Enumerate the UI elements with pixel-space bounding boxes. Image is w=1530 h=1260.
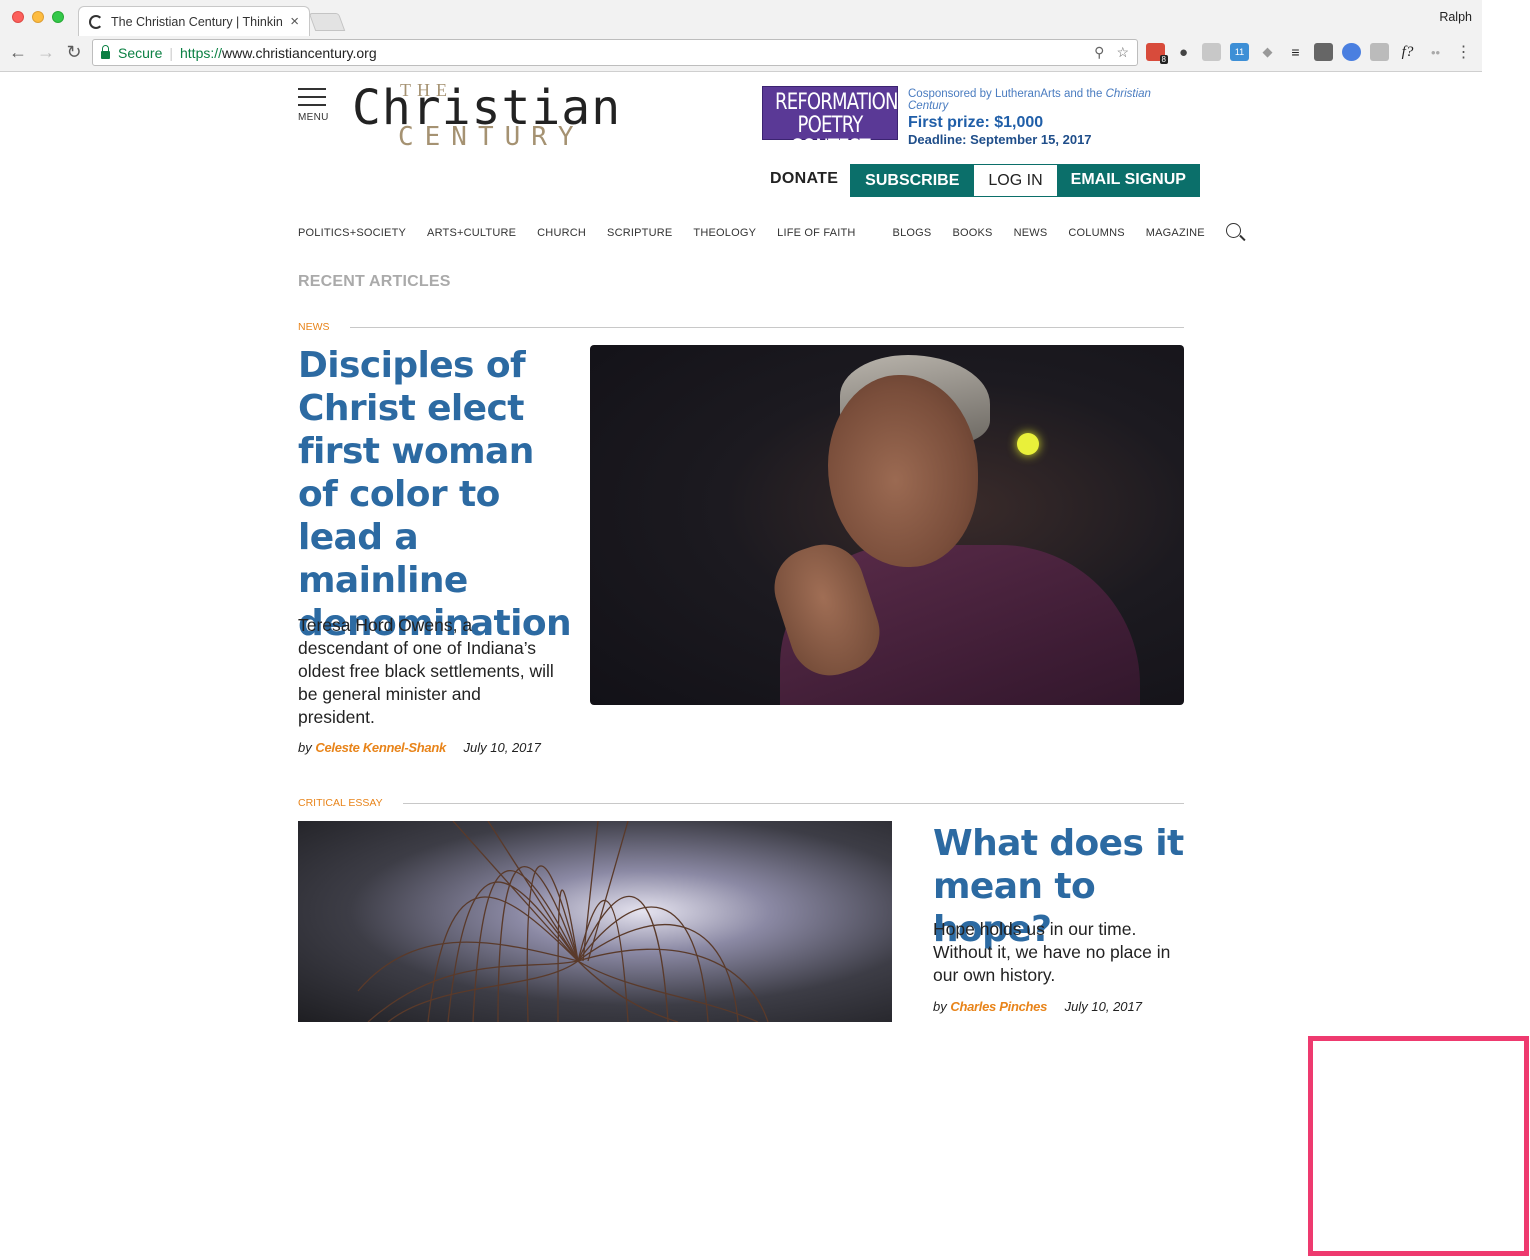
menu-button[interactable]: MENU <box>298 88 330 123</box>
close-window-button[interactable] <box>12 11 24 23</box>
section-heading: RECENT ARTICLES <box>298 273 451 290</box>
nav-politics-society[interactable]: POLITICS+SOCIETY <box>298 227 406 239</box>
todo-extension-icon[interactable]: 8 <box>1146 43 1168 64</box>
grammar-extension-icon[interactable] <box>1370 43 1389 61</box>
calendar-extension-icon[interactable]: 11 <box>1230 43 1249 61</box>
address-bar[interactable]: Secure | https:// www.christiancentury.o… <box>92 39 1138 66</box>
site-favicon-icon <box>89 14 103 29</box>
nav-church[interactable]: CHURCH <box>537 227 586 239</box>
photo-stage-light <box>1017 433 1039 455</box>
back-arrow-icon[interactable]: ← <box>8 42 28 63</box>
stack-extension-icon[interactable] <box>1202 43 1221 61</box>
menu-label: MENU <box>298 112 329 123</box>
ad-deadline: Deadline: September 15, 2017 <box>908 132 1092 147</box>
article-photo[interactable] <box>590 345 1184 705</box>
browser-menu-icon[interactable]: ⋮ <box>1454 43 1473 61</box>
article-headline[interactable]: Disciples of Christ elect first woman of… <box>298 344 572 645</box>
lock-icon <box>101 44 110 59</box>
article-byline: by Celeste Kennel-Shank July 10, 2017 <box>298 740 541 755</box>
secure-label: Secure <box>118 44 163 61</box>
article-dek: Teresa Hord Owens, a descendant of one o… <box>298 615 554 727</box>
subscribe-button[interactable]: SUBSCRIBE <box>850 164 975 197</box>
reload-icon[interactable]: ↻ <box>64 42 84 63</box>
category-rule <box>349 326 1184 328</box>
ad-title-box: REFORMATION POETRY CONTEST <box>762 86 898 160</box>
dropbox-extension-icon[interactable]: ◆ <box>1258 43 1277 61</box>
login-button[interactable]: LOG IN <box>974 164 1057 197</box>
evernote-extension-icon[interactable]: ● <box>1174 43 1193 61</box>
maximize-window-button[interactable] <box>52 11 64 23</box>
ad-title-line1: REFORMATION <box>775 90 898 115</box>
window-controls <box>12 11 64 23</box>
browser-tab[interactable]: The Christian Century | Thinkin × <box>78 6 310 36</box>
nav-theology[interactable]: THEOLOGY <box>693 227 756 239</box>
category-rule <box>402 802 1184 804</box>
extension-badge: 8 <box>1159 55 1168 64</box>
article-date: July 10, 2017 <box>463 740 541 755</box>
author-link[interactable]: Celeste Kennel-Shank <box>315 740 446 755</box>
article-dek: Hope holds us in our time. Without it, w… <box>933 919 1171 985</box>
category-label[interactable]: NEWS <box>298 321 330 333</box>
forward-arrow-icon[interactable]: → <box>36 42 56 63</box>
annotation-highlight-box <box>1308 1036 1529 1256</box>
site-logo[interactable]: Christian THE CENTURY <box>352 80 620 152</box>
nav-scripture[interactable]: SCRIPTURE <box>607 227 672 239</box>
nav-books[interactable]: BOOKS <box>952 227 992 239</box>
ad-details: Cosponsored by LutheranArts and the Chri… <box>908 88 1184 147</box>
dots-extension-icon[interactable]: •• <box>1426 43 1445 61</box>
article-photo[interactable] <box>298 821 892 1022</box>
author-link[interactable]: Charles Pinches <box>950 999 1047 1014</box>
new-tab-button[interactable] <box>308 13 346 31</box>
profile-name[interactable]: Ralph <box>1439 10 1472 24</box>
extension-icons: 8 ● 11 ◆ ≡ f? •• ⋮ <box>1146 43 1473 64</box>
url-scheme: https:// <box>180 44 223 61</box>
donate-link[interactable]: DONATE <box>764 164 850 197</box>
category-label[interactable]: CRITICAL ESSAY <box>298 797 383 809</box>
nav-magazine[interactable]: MAGAZINE <box>1146 227 1205 239</box>
nav-life-of-faith[interactable]: LIFE OF FAITH <box>777 227 855 239</box>
ad-prize: First prize: $1,000 <box>908 114 1044 131</box>
utility-nav: DONATE SUBSCRIBE LOG IN EMAIL SIGNUP <box>764 164 1200 197</box>
byline-prefix: by <box>933 999 947 1014</box>
font-extension-icon[interactable]: f? <box>1398 43 1417 61</box>
wire-sculpture-graphic <box>357 821 769 1022</box>
nav-news[interactable]: NEWS <box>1014 227 1048 239</box>
article-date: July 10, 2017 <box>1064 999 1142 1014</box>
browser-toolbar: ← → ↻ Secure | https:// www.christiancen… <box>0 38 1482 70</box>
ad-cosponsor: Cosponsored by LutheranArts and the Chri… <box>908 88 1151 112</box>
zoom-icon[interactable]: ⚲ <box>1094 44 1104 61</box>
nav-columns[interactable]: COLUMNS <box>1068 227 1124 239</box>
browser-chrome: The Christian Century | Thinkin × Ralph … <box>0 0 1482 72</box>
ad-title-line2: POETRY CONTEST <box>790 113 870 162</box>
url-host: www.christiancentury.org <box>222 44 377 61</box>
minimize-window-button[interactable] <box>32 11 44 23</box>
photo-figure-head <box>828 375 978 567</box>
article-category-row: NEWS <box>298 320 1184 334</box>
nav-blogs[interactable]: BLOGS <box>893 227 932 239</box>
bookmark-star-icon[interactable]: ☆ <box>1116 44 1129 61</box>
buffer-extension-icon[interactable]: ≡ <box>1286 43 1305 61</box>
main-nav: POLITICS+SOCIETY ARTS+CULTURE CHURCH SCR… <box>298 222 1241 244</box>
article-category-row: CRITICAL ESSAY <box>298 796 1184 810</box>
hamburger-icon <box>298 88 330 106</box>
arrow-extension-icon[interactable] <box>1342 43 1361 61</box>
article-byline: by Charles Pinches July 10, 2017 <box>933 999 1142 1014</box>
nav-arts-culture[interactable]: ARTS+CULTURE <box>427 227 516 239</box>
poetry-contest-ad[interactable]: REFORMATION POETRY CONTEST Cosponsored b… <box>762 86 1184 160</box>
byline-prefix: by <box>298 740 312 755</box>
logo-the: THE <box>400 80 453 100</box>
logo-century: CENTURY <box>398 122 585 152</box>
tab-title: The Christian Century | Thinkin <box>111 14 283 29</box>
email-signup-button[interactable]: EMAIL SIGNUP <box>1056 164 1200 197</box>
web-page: MENU Christian THE CENTURY REFORMATION P… <box>0 72 1482 1022</box>
close-tab-icon[interactable]: × <box>290 13 299 30</box>
pin-extension-icon[interactable] <box>1314 43 1333 61</box>
url-separator: | <box>169 44 173 61</box>
